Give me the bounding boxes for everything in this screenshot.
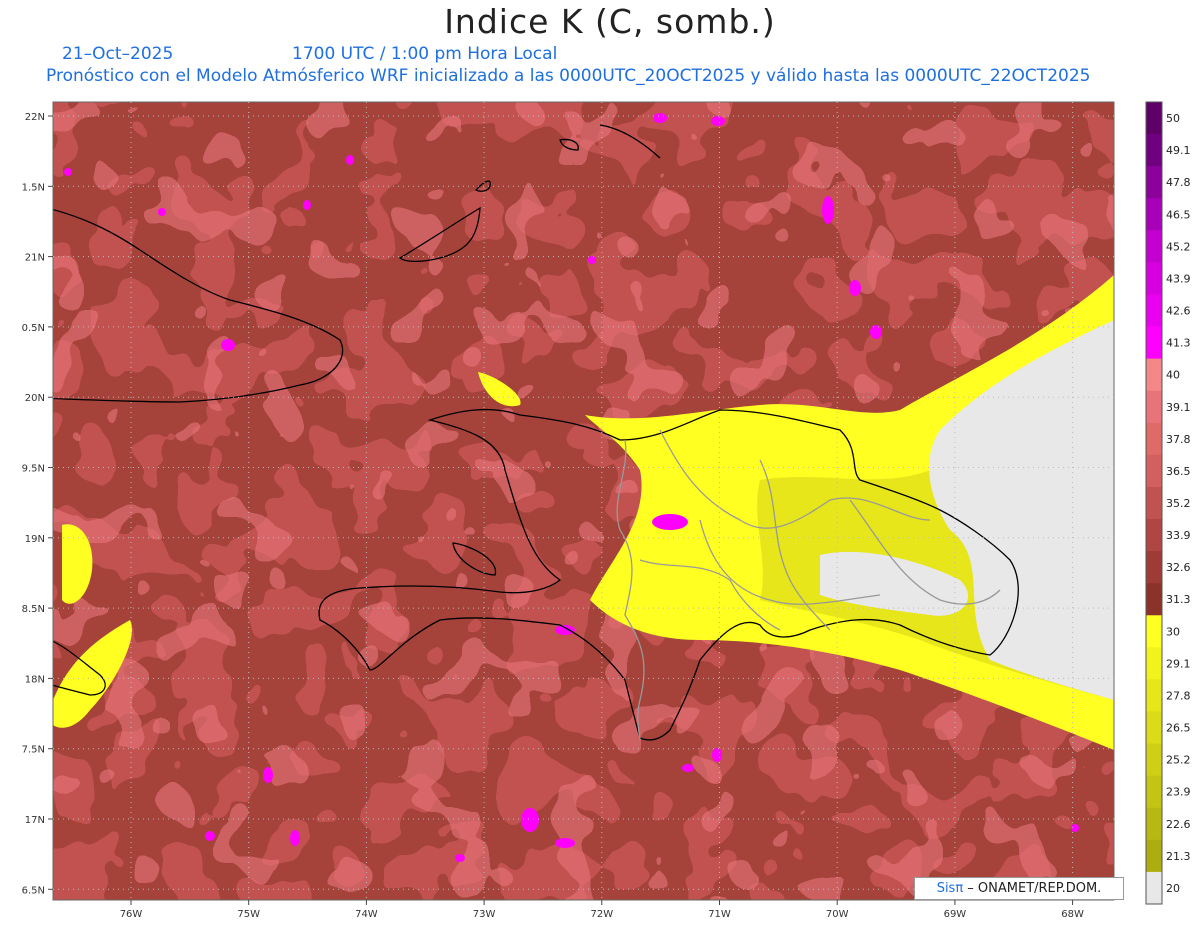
colorbar-label: 20 [1166,882,1180,895]
lon-label: 69W [944,909,967,920]
colorbar-label: 30 [1166,625,1180,638]
colorbar-swatch [1146,294,1162,328]
colorbar: 50 49.1 47.8 46.5 45.2 43.9 42.6 41.3 40 39.1 37.8… [1145,101,1191,905]
colorbar-label: 23.9 [1166,786,1191,799]
colorbar-swatch [1146,711,1162,745]
lat-label: 8.5N [22,604,45,615]
colorbar-swatch [1146,102,1162,135]
colorbar-label: 43.9 [1166,272,1191,285]
colorbar-swatch [1146,486,1162,520]
lon-label: 72W [590,909,613,920]
colorbar-label: 40 [1166,369,1180,382]
latitude-labels: 22N 1.5N 21N 0.5N 20N 9.5N 19N 8.5N 18N 7.5N 17N 6.… [22,112,53,896]
lat-label: 22N [25,112,45,123]
colorbar-label: 22.6 [1166,818,1191,831]
colorbar-label: 50 [1166,112,1180,125]
colorbar-label: 49.1 [1166,144,1191,157]
colorbar-swatch [1146,390,1162,424]
lat-label: 7.5N [22,745,45,756]
colorbar-swatch [1146,326,1162,360]
colorbar-label: 47.8 [1166,176,1191,189]
lat-label: 1.5N [22,182,45,193]
colorbar-label: 42.6 [1166,305,1191,318]
lon-label: 70W [826,909,849,920]
colorbar-label: 25.2 [1166,754,1191,767]
k-index-field [53,102,1114,900]
credit-box: Sisπ – ONAMET/REP.DOM. [914,877,1124,900]
lon-label: 75W [237,909,260,920]
colorbar-swatch [1146,230,1162,263]
colorbar-label: 35.2 [1166,497,1191,510]
lat-label: 9.5N [22,464,45,475]
colorbar-swatch [1146,743,1162,777]
lat-label: 6.5N [22,885,45,896]
colorbar-swatch [1146,871,1162,905]
colorbar-swatch [1146,454,1162,488]
credit-brand: Sisπ [936,881,964,896]
lat-label: 21N [25,253,45,264]
colorbar-label: 41.3 [1166,337,1191,350]
colorbar-swatch [1146,134,1162,167]
lon-label: 71W [708,909,731,920]
lon-label: 68W [1061,909,1084,920]
colorbar-label: 33.9 [1166,529,1191,542]
colorbar-swatch [1146,166,1162,199]
lon-label: 76W [120,909,143,920]
colorbar-label: 39.1 [1166,401,1191,414]
colorbar-label: 45.2 [1166,240,1191,253]
colorbar-label: 21.3 [1166,850,1191,863]
colorbar-swatch [1146,262,1162,295]
lon-label: 74W [355,909,378,920]
lat-label: 18N [25,674,45,685]
colorbar-swatch [1146,583,1162,616]
map-figure: 22N 1.5N 21N 0.5N 20N 9.5N 19N 8.5N 18N 7.5N 17N 6.… [22,101,1191,920]
lon-label: 73W [473,909,496,920]
colorbar-label: 29.1 [1166,657,1191,670]
lat-label: 20N [25,393,45,404]
credit-text: – ONAMET/REP.DOM. [963,881,1102,896]
colorbar-swatch [1146,358,1162,392]
colorbar-swatch [1146,807,1162,841]
lat-label: 0.5N [22,323,45,334]
colorbar-label: 37.8 [1166,433,1191,446]
colorbar-label: 26.5 [1166,722,1191,735]
colorbar-swatch [1146,647,1162,680]
colorbar-label: 36.5 [1166,465,1191,478]
colorbar-swatch [1146,839,1162,873]
lat-label: 19N [25,534,45,545]
colorbar-swatch [1146,551,1162,584]
colorbar-swatch [1146,679,1162,713]
colorbar-label: 27.8 [1166,689,1191,702]
colorbar-swatch [1146,198,1162,231]
colorbar-swatch [1146,615,1162,648]
lat-label: 17N [25,815,45,826]
colorbar-swatch [1146,775,1162,809]
colorbar-swatch [1146,519,1162,552]
colorbar-label: 32.6 [1166,561,1191,574]
colorbar-label: 31.3 [1166,593,1191,606]
colorbar-label: 46.5 [1166,208,1191,221]
longitude-labels: 76W 75W 74W 73W 72W 71W 70W 69W 68W [120,900,1084,920]
colorbar-swatch [1146,422,1162,456]
